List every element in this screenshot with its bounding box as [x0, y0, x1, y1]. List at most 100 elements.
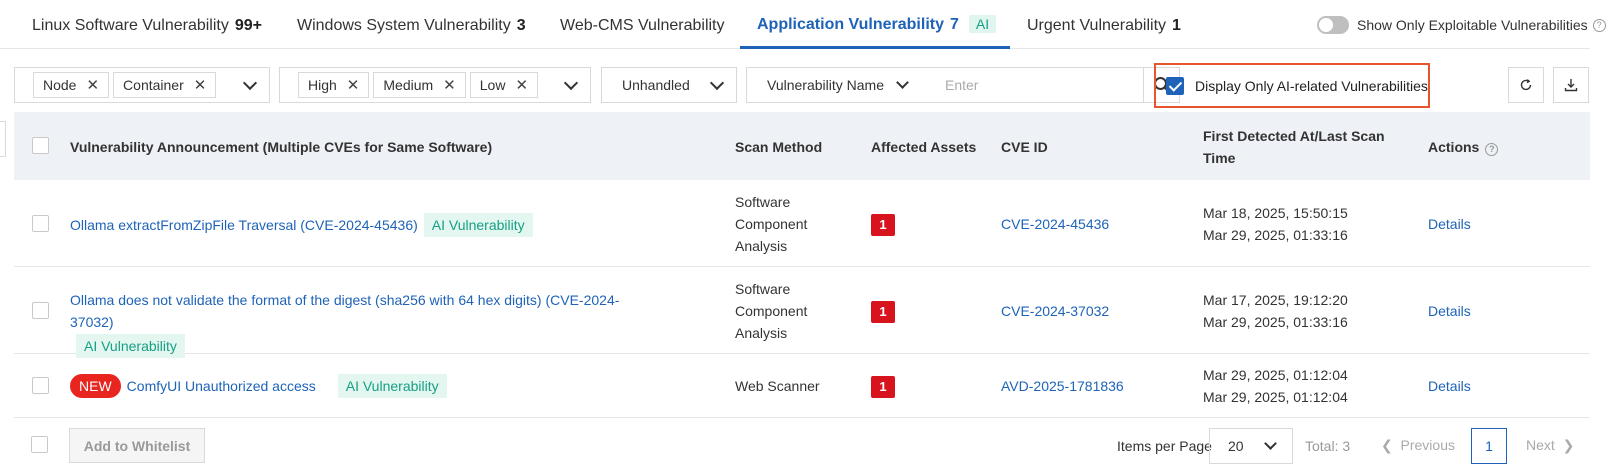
row-checkbox[interactable]: [32, 215, 49, 232]
new-badge: NEW: [70, 374, 121, 398]
ai-badge: AI: [968, 15, 997, 33]
help-icon[interactable]: ?: [1485, 143, 1499, 156]
vulnerability-link[interactable]: Ollama extractFromZipFile Traversal (CVE…: [70, 217, 418, 233]
tab-label: Linux Software Vulnerability: [32, 17, 229, 34]
total-count: Total: 3: [1305, 438, 1351, 454]
items-per-page-select[interactable]: 20: [1209, 428, 1293, 464]
chevron-down-icon: [242, 75, 258, 91]
vulnerability-link[interactable]: ComfyUI Unauthorized access: [127, 378, 316, 394]
cve-link[interactable]: AVD-2025-1781836: [1001, 375, 1124, 397]
chevron-left-icon: ❮: [1381, 437, 1393, 453]
tab-count: 1: [1172, 17, 1181, 34]
header-actions-label: Actions: [1428, 139, 1480, 155]
active-tab-indicator: [740, 46, 1010, 49]
download-button[interactable]: [1553, 67, 1589, 103]
row-checkbox[interactable]: [32, 302, 49, 319]
first-detected: Mar 18, 2025, 15:50:15: [1203, 205, 1348, 221]
header-cve-id: CVE ID: [1001, 139, 1048, 155]
announcement-cell: Ollama extractFromZipFile Traversal (CVE…: [70, 213, 533, 237]
remove-icon[interactable]: ✕: [443, 76, 456, 94]
affected-count-badge[interactable]: 1: [871, 376, 895, 398]
row-checkbox[interactable]: [32, 377, 49, 394]
tab-application[interactable]: Application Vulnerability 7 AI: [757, 15, 997, 34]
affected-assets: 1: [871, 375, 895, 398]
remove-icon[interactable]: ✕: [194, 76, 207, 94]
checkbox-checked-icon[interactable]: [1166, 76, 1184, 95]
status-filter[interactable]: Unhandled: [601, 67, 737, 103]
scan-method: Web Scanner: [735, 378, 820, 394]
ai-only-checkbox[interactable]: Display Only AI-related Vulnerabilities: [1154, 63, 1430, 108]
asset-type-filter[interactable]: Node ✕ Container ✕: [14, 67, 270, 103]
refresh-icon: [1520, 79, 1532, 91]
tab-urgent[interactable]: Urgent Vulnerability 1: [1027, 17, 1181, 35]
side-panel-handle[interactable]: [0, 121, 6, 157]
chip-low: Low ✕: [469, 72, 539, 98]
remove-icon[interactable]: ✕: [86, 76, 99, 94]
chip-label: High: [308, 77, 337, 93]
cve-link[interactable]: CVE-2024-37032: [1001, 300, 1109, 322]
table-row: Ollama extractFromZipFile Traversal (CVE…: [14, 180, 1590, 267]
header-actions: Actions?: [1428, 136, 1499, 158]
tab-label: Windows System Vulnerability: [297, 17, 511, 34]
download-icon: [1564, 79, 1578, 92]
last-scan: Mar 29, 2025, 01:12:04: [1203, 389, 1348, 405]
items-per-page-label: Items per Page: [1117, 438, 1212, 454]
first-detected: Mar 29, 2025, 01:12:04: [1203, 367, 1348, 383]
tab-windows-system[interactable]: Windows System Vulnerability 3: [297, 17, 526, 35]
previous-label: Previous: [1400, 437, 1455, 453]
status-value: Unhandled: [622, 77, 690, 93]
help-icon[interactable]: ?: [1592, 18, 1606, 32]
scan-method: Software Component Analysis: [735, 194, 808, 254]
previous-button[interactable]: ❮ Previous: [1381, 437, 1455, 454]
tab-count: 3: [516, 17, 526, 34]
tab-label: Application Vulnerability: [757, 16, 944, 33]
last-scan: Mar 29, 2025, 01:33:16: [1203, 227, 1348, 243]
header-affected-assets: Affected Assets: [871, 139, 977, 155]
affected-count-badge[interactable]: 1: [871, 301, 895, 323]
details-link[interactable]: Details: [1428, 213, 1471, 235]
chip-label: Container: [123, 77, 184, 93]
scan-method: Software Component Analysis: [735, 281, 808, 341]
vulnerability-link[interactable]: Ollama does not validate the format of t…: [70, 292, 619, 330]
ai-vulnerability-tag: AI Vulnerability: [337, 374, 447, 398]
table-row: Ollama does not validate the format of t…: [14, 267, 1590, 358]
chevron-down-icon: [563, 75, 579, 91]
chevron-right-icon: ❯: [1562, 437, 1575, 453]
chevron-down-icon: [709, 75, 725, 91]
refresh-button[interactable]: [1508, 67, 1544, 103]
tab-count: 7: [949, 16, 959, 33]
severity-filter[interactable]: High ✕ Medium ✕ Low ✕: [279, 67, 591, 103]
remove-icon[interactable]: ✕: [347, 76, 360, 94]
tab-linux-software[interactable]: Linux Software Vulnerability 99+: [32, 17, 262, 35]
first-detected: Mar 17, 2025, 19:12:20: [1203, 292, 1348, 308]
next-label: Next: [1526, 437, 1555, 453]
search-field-label: Vulnerability Name: [767, 77, 884, 93]
chip-medium: Medium ✕: [373, 72, 466, 98]
add-to-whitelist-button[interactable]: Add to Whitelist: [69, 428, 205, 463]
select-all-checkbox[interactable]: [32, 137, 49, 154]
affected-assets: 1: [871, 213, 895, 236]
footer-select-all-checkbox[interactable]: [31, 436, 48, 453]
announcement-cell: Ollama does not validate the format of t…: [70, 289, 660, 358]
chip-container: Container ✕: [113, 72, 217, 98]
search-field-select[interactable]: Vulnerability Name: [747, 68, 933, 102]
announcement-cell: NEW ComfyUI Unauthorized access AI Vulnera…: [70, 374, 447, 398]
page-1-button[interactable]: 1: [1471, 428, 1507, 464]
last-scan: Mar 29, 2025, 01:33:16: [1203, 314, 1348, 330]
details-link[interactable]: Details: [1428, 375, 1471, 397]
exploitable-switch[interactable]: [1317, 16, 1349, 34]
cve-link[interactable]: CVE-2024-45436: [1001, 213, 1109, 235]
ai-vulnerability-tag: AI Vulnerability: [423, 213, 533, 237]
exploitable-toggle: Show Only Exploitable Vulnerabilities ?: [1317, 16, 1606, 34]
affected-count-badge[interactable]: 1: [871, 214, 895, 236]
table-row: NEW ComfyUI Unauthorized access AI Vulnera…: [14, 354, 1590, 418]
chevron-down-icon: [1263, 437, 1277, 450]
tab-web-cms[interactable]: Web-CMS Vulnerability: [560, 17, 725, 35]
exploitable-label: Show Only Exploitable Vulnerabilities: [1357, 17, 1588, 33]
chip-high: High ✕: [298, 72, 370, 98]
next-button[interactable]: Next ❯: [1526, 437, 1574, 454]
details-link[interactable]: Details: [1428, 300, 1471, 322]
search-input[interactable]: [933, 68, 1113, 102]
remove-icon[interactable]: ✕: [515, 76, 528, 94]
header-announcement: Vulnerability Announcement (Multiple CVE…: [70, 139, 493, 155]
